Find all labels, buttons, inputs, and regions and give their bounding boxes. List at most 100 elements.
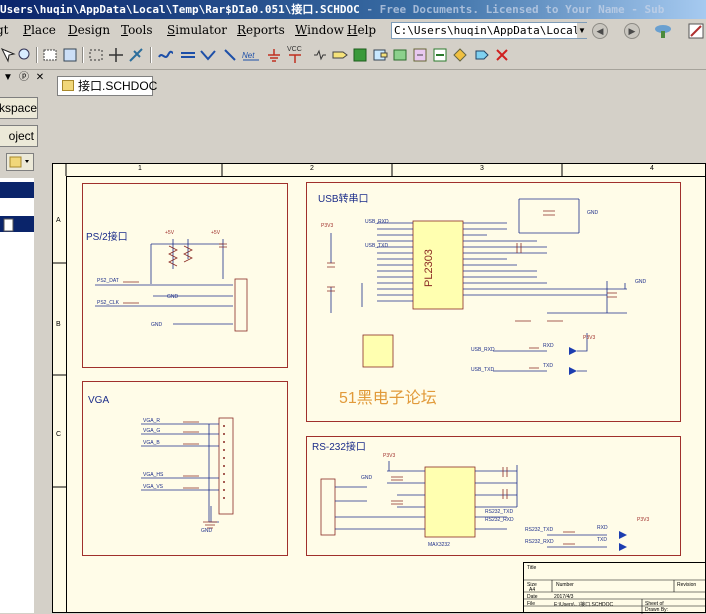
- net-txd: TXD: [597, 537, 607, 543]
- inspect-icon[interactable]: [17, 47, 33, 63]
- menu-edit[interactable]: gt: [0, 19, 9, 41]
- net-vga-b: VGA_B: [143, 440, 160, 446]
- power-p3v3: P3V3: [383, 453, 396, 459]
- power-p3v3: P3V3: [637, 517, 650, 523]
- sheet-entry-icon[interactable]: [372, 47, 388, 63]
- net-rs232-rxd: RS232_RXD: [525, 539, 554, 545]
- window-title-bar: Users\huqin\AppData\Local\Temp\Rar$DIa0.…: [0, 0, 706, 19]
- net-usb-txd: USB_TXD: [365, 243, 389, 249]
- clear-selection-icon[interactable]: [128, 47, 144, 63]
- directive-icon[interactable]: [432, 47, 448, 63]
- tb-date-value: 2017/4/3: [554, 594, 574, 600]
- panel-menu-icon[interactable]: ▼: [2, 72, 14, 84]
- harness-connector-icon[interactable]: [412, 47, 428, 63]
- signal-harness-icon[interactable]: [200, 47, 216, 63]
- menu-place[interactable]: Place: [23, 19, 56, 41]
- chip-max3232: MAX3232: [428, 542, 450, 548]
- device-sheet-icon[interactable]: [392, 47, 408, 63]
- tb-number: Number: [556, 582, 574, 588]
- ruler-number: 4: [650, 165, 654, 172]
- net-vga-r: VGA_R: [143, 418, 160, 424]
- forum-watermark: 51黑电子论坛: [339, 390, 437, 407]
- zoom-fit-icon[interactable]: [62, 47, 78, 63]
- menu-reports[interactable]: Reports: [237, 19, 285, 41]
- project-options-icon[interactable]: [6, 153, 34, 171]
- tree-item-doc[interactable]: [0, 216, 34, 232]
- bus-entry-icon[interactable]: [222, 47, 238, 63]
- ruler-number: 1: [138, 165, 142, 172]
- document-path-combo[interactable]: C:\Users\huqin\AppData\Local\Te: [391, 22, 587, 39]
- menu-tools[interactable]: Tools: [121, 19, 153, 41]
- pan-icon[interactable]: [0, 47, 16, 63]
- net-ps2-dat: PS2_DAT: [97, 278, 119, 284]
- vga-block[interactable]: VGA VGA_R VGA_G VGA_B VGA_HS VGA_VS GND: [82, 381, 288, 556]
- rs232-block[interactable]: RS-232接口 MAX3232 RS232_TXD RS232_RXD RS2…: [306, 436, 681, 556]
- forward-icon[interactable]: ▶: [624, 23, 640, 39]
- net-ps2-clk: PS2_CLK: [97, 300, 119, 306]
- title-block: Title Size A4 Number Revision Date 2017/…: [523, 562, 706, 614]
- no-erc-icon[interactable]: [494, 47, 510, 63]
- vcc-power-icon[interactable]: VCC: [286, 43, 302, 65]
- network-icon[interactable]: [654, 23, 672, 39]
- back-icon[interactable]: ◀: [592, 23, 608, 39]
- net-vga-vs: VGA_VS: [143, 484, 164, 490]
- net-vga-hs: VGA_HS: [143, 472, 164, 478]
- net-rs232-rxd: RS232_RXD: [485, 517, 514, 523]
- select-icon[interactable]: [88, 47, 104, 63]
- zoom-area-icon[interactable]: [42, 47, 58, 63]
- toolbar: Net VCC: [0, 41, 706, 70]
- net-gnd: GND: [361, 475, 373, 481]
- power-p3v3: P3V3: [583, 335, 596, 341]
- close-icon[interactable]: ✕: [34, 72, 46, 84]
- license-watermark: - Free Documents. Licensed to Your Name …: [359, 3, 665, 16]
- net-txd: TXD: [543, 363, 553, 369]
- ps2-block[interactable]: PS/2接口 PS2_DAT PS2_CLK +5V +5V GND GND: [82, 183, 288, 368]
- net-rs232-txd: RS232_TXD: [485, 509, 514, 515]
- wire-icon[interactable]: [158, 47, 174, 63]
- ruler-icon[interactable]: [688, 23, 704, 39]
- workspace-button[interactable]: kspace: [0, 97, 38, 119]
- net-rxd: RXD: [597, 525, 608, 531]
- chevron-down-icon[interactable]: ▼: [577, 23, 587, 38]
- rs232-circuit: [320, 461, 627, 551]
- ruler-letter: B: [56, 321, 61, 328]
- port-icon[interactable]: [332, 47, 348, 63]
- move-icon[interactable]: [108, 47, 124, 63]
- component-link-icon[interactable]: [474, 47, 490, 63]
- tb-file: File: [527, 601, 536, 607]
- menu-help[interactable]: Help: [347, 19, 376, 41]
- net-gnd: GND: [635, 279, 647, 285]
- ruler-number: 2: [310, 165, 314, 172]
- tree-item-selected[interactable]: [0, 182, 34, 198]
- power-5v: +5V: [211, 230, 221, 236]
- sheet-symbol-icon[interactable]: [352, 47, 368, 63]
- net-gnd: GND: [201, 528, 213, 534]
- tb-title: Title: [527, 565, 537, 571]
- net-rs232-txd: RS232_TXD: [525, 527, 554, 533]
- ps2-circuit: [95, 239, 248, 332]
- tb-size-value: A4: [529, 587, 536, 593]
- ruler-letter: A: [56, 217, 61, 224]
- power-5v: +5V: [165, 230, 175, 236]
- menu-design[interactable]: Design: [68, 19, 110, 41]
- project-button[interactable]: oject: [0, 125, 38, 147]
- gnd-power-icon[interactable]: [266, 47, 282, 63]
- net-vga-g: VGA_G: [143, 428, 161, 434]
- pin-icon[interactable]: ⓟ: [18, 72, 30, 84]
- offsheet-icon[interactable]: [452, 47, 468, 63]
- tab-schematic[interactable]: 接口.SCHDOC: [57, 76, 157, 96]
- net-label-icon[interactable]: Net: [242, 47, 259, 63]
- net-rxd: RXD: [543, 343, 554, 349]
- net-gnd: GND: [587, 210, 599, 216]
- menu-window[interactable]: Window: [295, 19, 344, 41]
- menu-simulator[interactable]: Simulator: [167, 19, 227, 41]
- part-icon[interactable]: [312, 47, 328, 63]
- bus-icon[interactable]: [180, 47, 196, 63]
- tb-drawn-by: Drawn By:: [645, 607, 669, 613]
- vga-circuit: [141, 417, 234, 529]
- net-gnd: GND: [167, 294, 179, 300]
- window-title: Users\huqin\AppData\Local\Temp\Rar$DIa0.…: [0, 3, 360, 16]
- project-tree[interactable]: [0, 178, 34, 613]
- schematic-file-icon: [62, 80, 74, 91]
- svg-text:Net: Net: [242, 51, 255, 60]
